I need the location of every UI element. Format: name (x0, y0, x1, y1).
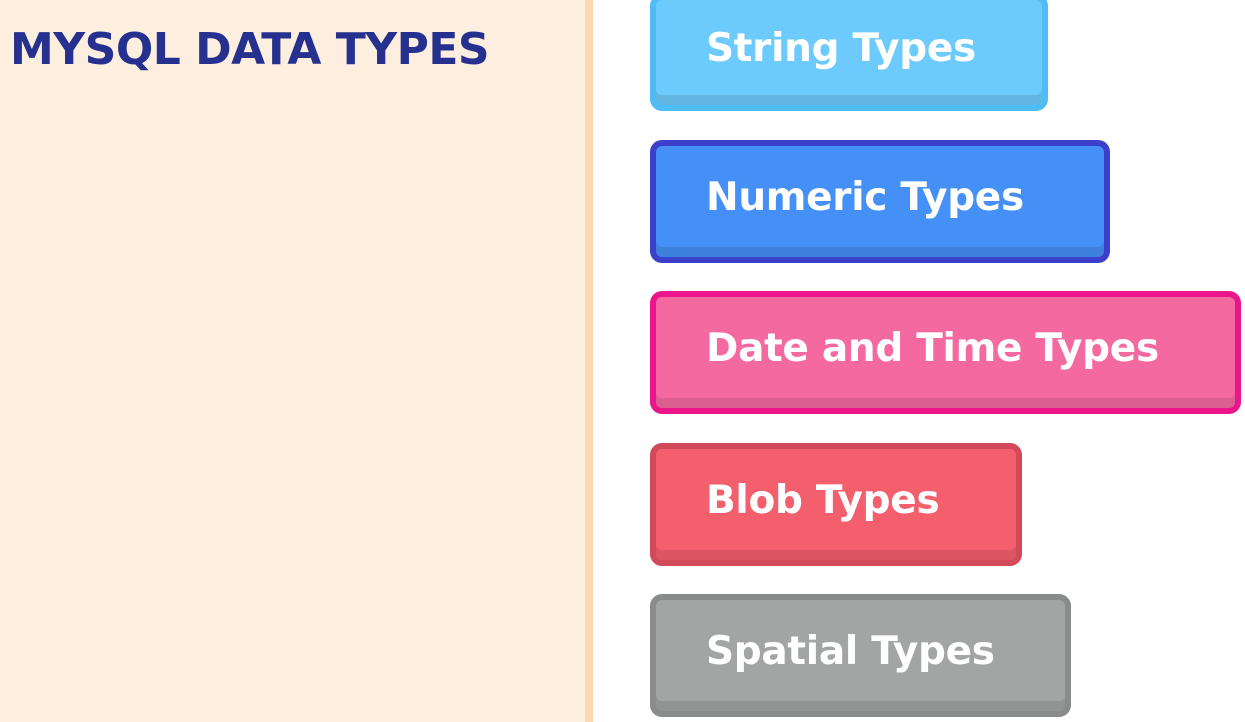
page-title: MYSQL DATA TYPES (10, 24, 490, 75)
numeric-types-card: Numeric Types (650, 140, 1110, 263)
spatial-types-label: Spatial Types (706, 629, 995, 674)
panel-divider (585, 0, 593, 722)
date-and-time-types-card: Date and Time Types (650, 291, 1241, 414)
left-panel: MYSQL DATA TYPES (0, 0, 585, 722)
numeric-types-label: Numeric Types (706, 175, 1024, 220)
blob-types-card: Blob Types (650, 443, 1022, 566)
string-types-label: String Types (706, 26, 976, 71)
blob-types-label: Blob Types (706, 478, 940, 523)
spatial-types-card: Spatial Types (650, 594, 1071, 717)
date-and-time-types-label: Date and Time Types (706, 326, 1159, 371)
string-types-card: String Types (650, 0, 1048, 111)
